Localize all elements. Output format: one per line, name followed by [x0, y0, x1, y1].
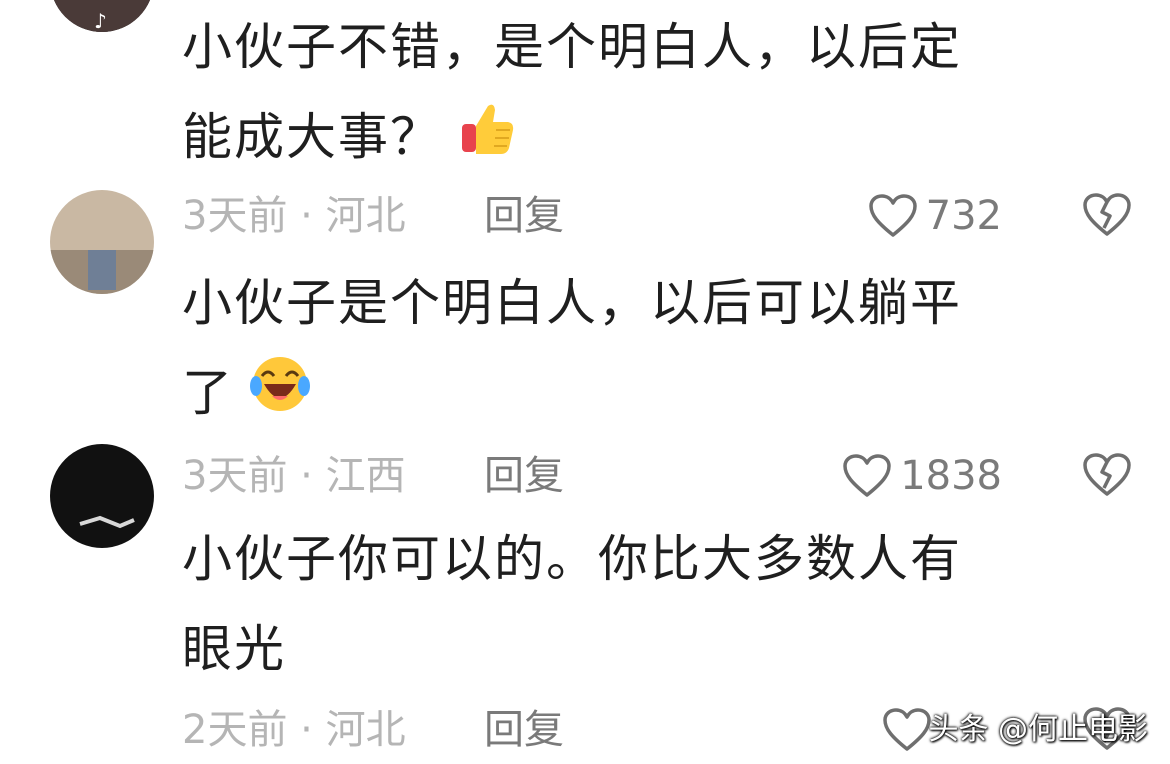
comment-text-line: 能成大事？	[182, 108, 442, 166]
crying-laughing-face-icon	[250, 352, 310, 442]
comment-meta: 3天前 · 江西 回复 1838	[182, 446, 1132, 506]
watermark: 头条 @何止电影	[928, 712, 1148, 747]
reply-button[interactable]: 回复	[484, 446, 564, 506]
reply-button[interactable]: 回复	[484, 700, 564, 760]
comment-time-location: 3天前 · 江西	[182, 453, 406, 499]
comment-time-location: 2天前 · 河北	[182, 707, 406, 753]
comment-time-location: 3天前 · 河北	[182, 193, 406, 239]
broken-heart-icon[interactable]	[1082, 192, 1132, 238]
like-button[interactable]: 732	[868, 186, 1002, 246]
broken-heart-icon[interactable]	[1082, 452, 1132, 498]
like-count: 732	[925, 193, 1002, 239]
avatar[interactable]: ♪	[50, 0, 154, 32]
comment-item: 小伙子是个明白人，以后可以躺平 了 3天前 · 江西 回复 1838	[0, 190, 1170, 506]
avatar-image	[50, 444, 154, 548]
comment-text: 小伙子不错，是个明白人，以后定 能成大事？	[182, 2, 1112, 186]
reply-button[interactable]: 回复	[484, 186, 564, 246]
svg-text:♪: ♪	[94, 9, 107, 32]
comment-text-line: 眼光	[182, 620, 286, 678]
avatar[interactable]	[50, 444, 154, 548]
heart-outline-icon	[843, 454, 891, 497]
comment-text-line: 小伙子是个明白人，以后可以躺平	[182, 274, 962, 332]
comment-item: ♪ 小伙子不错，是个明白人，以后定 能成大事？ 3天前 · 河北 回复 732	[0, 0, 1170, 250]
comment-text-line: 小伙子你可以的。你比大多数人有	[182, 530, 962, 588]
avatar-image	[50, 190, 154, 294]
comment-text-line: 了	[182, 364, 234, 422]
heart-outline-icon	[868, 194, 917, 237]
comment-text: 小伙子是个明白人，以后可以躺平 了	[182, 258, 1112, 442]
heart-outline-icon	[883, 708, 931, 751]
comment-text: 小伙子你可以的。你比大多数人有 眼光	[182, 514, 1112, 694]
tiktok-logo-icon: ♪	[50, 0, 154, 32]
avatar[interactable]	[50, 190, 154, 294]
comment-text-line: 小伙子不错，是个明白人，以后定	[182, 18, 962, 76]
thumbs-up-icon	[458, 96, 516, 186]
comment-meta: 3天前 · 河北 回复 732	[182, 186, 1132, 246]
like-button[interactable]: 1838	[842, 446, 1002, 506]
like-count: 1838	[900, 453, 1002, 499]
like-button[interactable]	[882, 700, 932, 760]
